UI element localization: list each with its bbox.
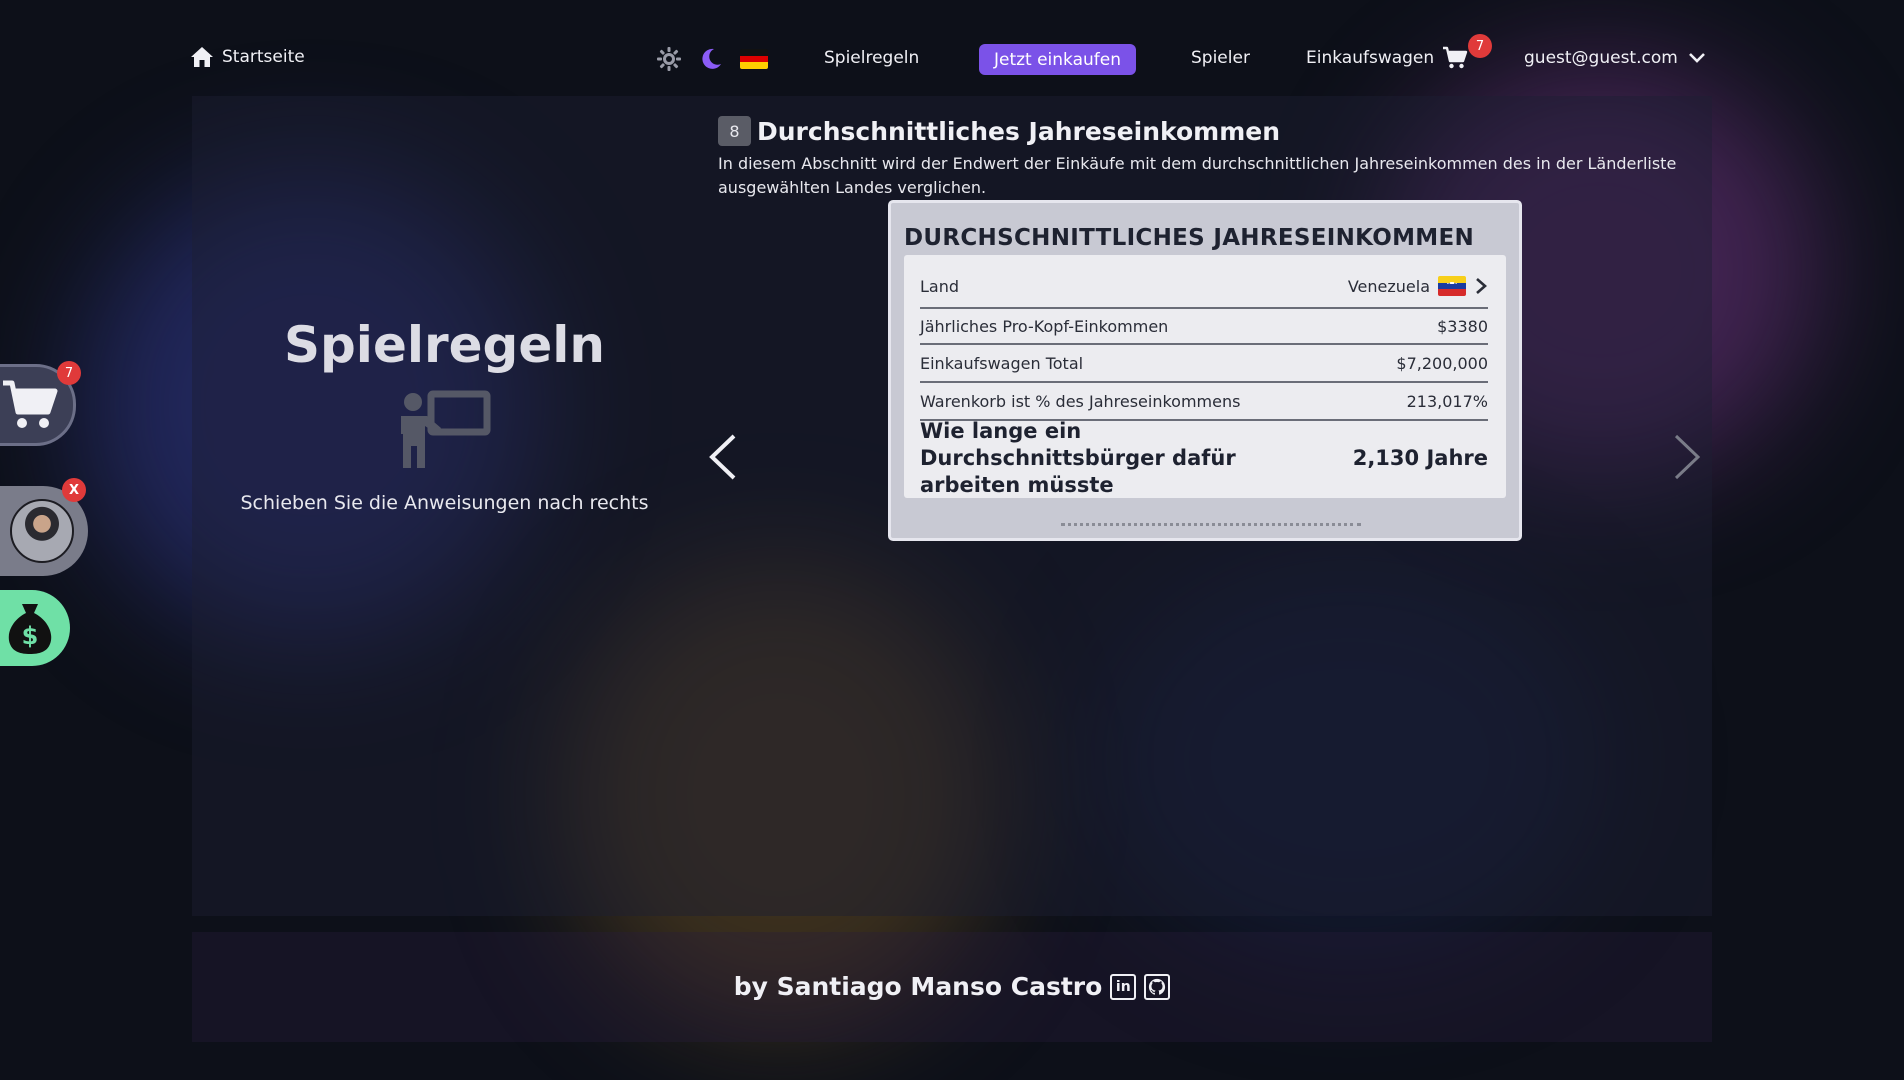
github-icon[interactable]: [1144, 973, 1171, 1000]
country-label: Land: [920, 276, 960, 296]
nav-cart-link[interactable]: Einkaufswagen: [1306, 46, 1468, 70]
moon-icon[interactable]: [698, 46, 724, 72]
cart-icon: [1443, 46, 1468, 69]
chevron-down-icon: [1688, 53, 1705, 63]
country-row: Land Venezuela: [920, 265, 1488, 307]
country-value: Venezuela: [1347, 276, 1430, 296]
footer-byline: by Santiago Manso Castro: [733, 972, 1103, 1001]
floating-player-button[interactable]: X: [0, 478, 88, 576]
venezuela-flag-icon: [1438, 276, 1466, 296]
cart-total-value: $7,200,000: [1396, 353, 1488, 373]
income-card-title: DURCHSCHNITTLICHES JAHRESEINKOMMEN: [904, 225, 1475, 251]
rules-panel: Spielregeln Schieben Sie die Anweisungen…: [192, 300, 697, 514]
work-years-row: Wie lange ein Durchschnittsbürger dafür …: [920, 419, 1488, 497]
mode-switcher: [656, 46, 768, 72]
nav-rules-link[interactable]: Spielregeln: [824, 48, 919, 68]
work-years-label: Wie lange ein Durchschnittsbürger dafür …: [920, 418, 1236, 497]
section-title: Durchschnittliches Jahreseinkommen: [757, 116, 1280, 146]
income-label: Jährliches Pro-Kopf-Einkommen: [920, 316, 1169, 336]
cart-percent-row: Warenkorb ist % des Jahreseinkommens 213…: [920, 383, 1488, 421]
income-row: Jährliches Pro-Kopf-Einkommen $3380: [920, 307, 1488, 345]
country-selector[interactable]: Venezuela: [1348, 276, 1488, 296]
cart-total-label: Einkaufswagen Total: [920, 353, 1084, 373]
svg-text:$: $: [22, 622, 39, 650]
floating-cart-badge: 7: [57, 361, 81, 385]
home-link[interactable]: Startseite: [190, 46, 305, 68]
work-years-value: 2,130 Jahre: [1352, 446, 1488, 470]
floating-cart-button[interactable]: 7: [0, 361, 81, 446]
top-navbar: Startseite Spielregeln Jetzt einkaufen S…: [0, 0, 1904, 118]
next-card-peek: [1061, 523, 1361, 529]
income-card: DURCHSCHNITTLICHES JAHRESEINKOMMEN Land …: [888, 200, 1522, 541]
teacher-icon: [400, 390, 490, 468]
remove-player-badge[interactable]: X: [62, 478, 86, 502]
sun-icon[interactable]: [656, 46, 682, 72]
user-menu[interactable]: guest@guest.com: [1524, 48, 1706, 68]
income-value: $3380: [1437, 316, 1488, 336]
player-avatar: [10, 499, 74, 563]
footer-byline-row: by Santiago Manso Castro in: [192, 972, 1712, 1001]
cart-label: Einkaufswagen: [1306, 48, 1435, 68]
cart-count-badge: 7: [1468, 34, 1492, 58]
home-label: Startseite: [222, 47, 305, 67]
money-bag-icon: $: [8, 604, 52, 654]
footer: by Santiago Manso Castro in: [192, 932, 1712, 1042]
shop-now-button[interactable]: Jetzt einkaufen: [979, 44, 1136, 75]
chevron-right-icon: [1476, 278, 1487, 294]
cart-icon: [3, 380, 58, 428]
section-description: In diesem Abschnitt wird der Endwert der…: [718, 154, 1677, 197]
cart-total-row: Einkaufswagen Total $7,200,000: [920, 345, 1488, 383]
income-card-body: Land Venezuela Jährliches Pro-Kopf-Einko…: [904, 255, 1506, 498]
nav-players-link[interactable]: Spieler: [1191, 48, 1250, 68]
carousel-prev-arrow[interactable]: [706, 432, 740, 482]
section-number: 8: [718, 116, 751, 146]
section-header: 8 Durchschnittliches Jahreseinkommen In …: [718, 116, 1680, 200]
linkedin-icon[interactable]: in: [1110, 973, 1137, 1000]
home-icon: [191, 47, 213, 67]
user-email: guest@guest.com: [1524, 48, 1678, 68]
cart-percent-label: Warenkorb ist % des Jahreseinkommens: [920, 391, 1241, 411]
rules-hint: Schieben Sie die Anweisungen nach rechts: [240, 492, 649, 514]
carousel-next-arrow[interactable]: [1670, 432, 1704, 482]
rules-title: Spielregeln: [284, 316, 605, 374]
cart-percent-value: 213,017%: [1406, 391, 1488, 411]
german-flag-icon[interactable]: [740, 49, 768, 69]
